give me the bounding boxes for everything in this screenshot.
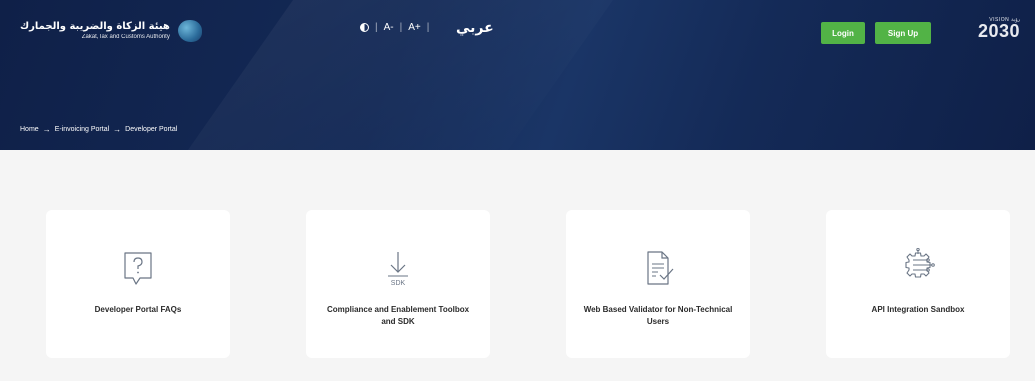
language-toggle[interactable]: عربي	[456, 20, 494, 36]
login-button[interactable]: Login	[821, 22, 865, 44]
breadcrumb-home[interactable]: Home	[20, 126, 39, 133]
card-developer-portal-faqs[interactable]: Developer Portal FAQs	[46, 210, 230, 358]
vision-number: 2030	[978, 21, 1021, 41]
increase-font-button[interactable]: A+	[408, 22, 421, 33]
card-label: Web Based Validator for Non-Technical Us…	[583, 305, 733, 326]
divider: |	[375, 22, 378, 33]
card-label: API Integration Sandbox	[871, 305, 965, 314]
logo-english-name: Zakat,Tax and Customs Authority	[81, 34, 170, 40]
breadcrumb-arrow-icon: →	[113, 125, 122, 134]
card-label: Compliance and Enablement Toolbox and SD…	[326, 305, 470, 326]
sdk-download-icon: SDK	[388, 252, 408, 287]
accessibility-controls: | A- | A+ |	[360, 22, 429, 33]
zatca-logo[interactable]: هيئة الزكاة والضريبة والجمارك Zakat,Tax …	[20, 20, 202, 42]
api-gear-icon	[905, 248, 935, 278]
logo-arabic-name: هيئة الزكاة والضريبة والجمارك	[20, 21, 170, 32]
breadcrumb-developer-portal: Developer Portal	[125, 126, 178, 133]
divider: |	[426, 22, 430, 33]
sdk-icon-text: SDK	[391, 280, 406, 287]
page-header: هيئة الزكاة والضريبة والجمارك Zakat,Tax …	[0, 0, 1035, 150]
sign-up-button[interactable]: Sign Up	[875, 22, 931, 44]
vision-2030-logo: VISION رؤية 2030	[978, 17, 1020, 40]
logo-emblem-icon	[177, 20, 202, 42]
breadcrumb-arrow-icon: →	[42, 125, 51, 134]
card-web-based-validator[interactable]: Web Based Validator for Non-Technical Us…	[566, 210, 750, 358]
faq-speech-bubble-icon	[124, 252, 152, 285]
logo-text: هيئة الزكاة والضريبة والجمارك Zakat,Tax …	[20, 21, 170, 41]
breadcrumb: Home → E-invoicing Portal → Developer Po…	[20, 125, 177, 134]
decrease-font-button[interactable]: A-	[384, 22, 394, 33]
divider: |	[399, 22, 403, 33]
breadcrumb-e-invoicing[interactable]: E-invoicing Portal	[55, 126, 109, 133]
card-compliance-toolbox-sdk[interactable]: SDK Compliance and Enablement Toolbox an…	[306, 210, 490, 358]
contrast-toggle-icon[interactable]	[360, 23, 369, 32]
document-check-icon	[647, 251, 674, 285]
card-api-integration-sandbox[interactable]: API Integration Sandbox	[826, 210, 1010, 358]
card-label: Developer Portal FAQs	[94, 305, 182, 314]
